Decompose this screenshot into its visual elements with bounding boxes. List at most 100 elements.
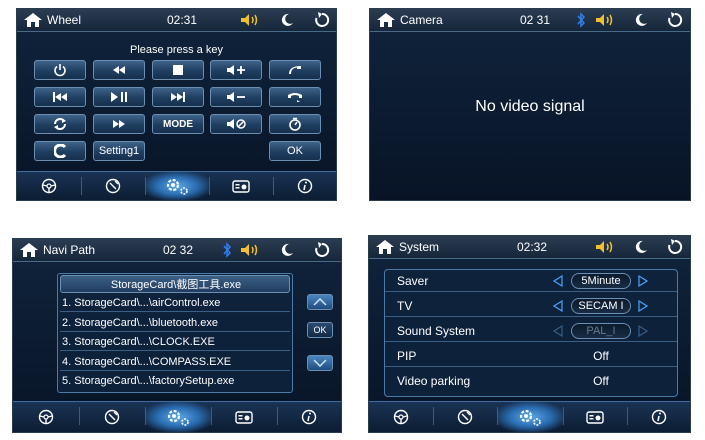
list-item[interactable]: 3. StorageCard\...\CLOCK.EXE xyxy=(60,333,290,351)
nav-info[interactable] xyxy=(277,402,341,432)
fast-forward-button[interactable] xyxy=(93,114,145,134)
nav-steering-wheel[interactable] xyxy=(369,402,433,432)
nav-compass[interactable] xyxy=(79,402,145,432)
setting-row-saver: Saver 5Minute xyxy=(385,271,677,292)
list-item[interactable]: 5. StorageCard\...\factorySetup.exe xyxy=(60,372,290,390)
loop-icon xyxy=(54,118,66,130)
setting-row-pip[interactable]: PIP Off xyxy=(385,346,677,367)
mute-button[interactable] xyxy=(210,114,262,134)
home-icon[interactable] xyxy=(375,239,395,255)
power-icon xyxy=(54,64,66,77)
volume-down-button[interactable] xyxy=(210,87,262,107)
setting-row-video-parking[interactable]: Video parking Off xyxy=(385,371,677,392)
bluetooth-icon xyxy=(223,242,232,258)
mute-icon xyxy=(227,119,246,129)
nav-settings[interactable] xyxy=(145,402,211,432)
play-pause-button[interactable] xyxy=(93,87,145,107)
volume-up-icon xyxy=(227,65,245,75)
setting-label: Video parking xyxy=(397,374,471,388)
setting1-label: Setting1 xyxy=(98,145,140,157)
setting1-button[interactable]: Setting1 xyxy=(93,141,145,161)
nav-compass[interactable] xyxy=(433,402,497,432)
list-item[interactable]: 4. StorageCard\...\COMPASS.EXE xyxy=(60,353,290,371)
setting-value: SECAM I xyxy=(571,298,631,314)
radio-icon xyxy=(232,180,250,193)
back-icon[interactable] xyxy=(313,11,331,29)
setting-label: Sound System xyxy=(397,324,476,338)
phone-answer-icon xyxy=(289,66,301,74)
camera-panel: Camera 02 31 No video signal xyxy=(369,8,691,201)
status-bar: Navi Path 02 32 xyxy=(13,239,341,262)
clear-button[interactable] xyxy=(34,141,86,161)
volume-icon[interactable] xyxy=(239,242,261,258)
screen-title: Wheel xyxy=(47,13,82,27)
right-arrow-icon[interactable] xyxy=(638,300,648,312)
nav-radio[interactable] xyxy=(209,172,273,200)
volume-icon[interactable] xyxy=(594,12,616,28)
back-icon[interactable] xyxy=(666,238,684,256)
radio-icon xyxy=(586,411,604,424)
status-bar: Wheel 02:31 xyxy=(17,9,336,32)
scroll-down-button[interactable] xyxy=(307,355,333,371)
clock: 02:32 xyxy=(517,240,548,254)
phone-answer-button[interactable] xyxy=(269,60,321,80)
nav-radio[interactable] xyxy=(211,402,277,432)
timer-button[interactable] xyxy=(269,114,321,134)
back-icon[interactable] xyxy=(313,241,331,259)
nav-info[interactable] xyxy=(273,172,336,200)
nav-steering-wheel[interactable] xyxy=(17,172,81,200)
prev-track-button[interactable] xyxy=(34,87,86,107)
moon-icon[interactable] xyxy=(633,239,649,255)
setting-label: TV xyxy=(397,299,413,313)
steering-wheel-icon xyxy=(41,178,57,194)
scroll-up-button[interactable] xyxy=(307,294,333,310)
bluetooth-icon xyxy=(577,12,586,28)
bottom-nav xyxy=(17,171,336,200)
moon-icon[interactable] xyxy=(279,242,295,258)
mode-button[interactable]: MODE xyxy=(152,114,204,134)
ok-button[interactable]: OK xyxy=(269,141,321,161)
bottom-nav xyxy=(13,401,341,432)
rewind-icon xyxy=(113,66,125,74)
clock: 02:31 xyxy=(167,13,198,27)
wheel-panel: Wheel 02:31 Please press a key MODE Sett… xyxy=(16,8,337,201)
setting-value: Off xyxy=(593,374,609,388)
phone-hangup-button[interactable] xyxy=(269,87,321,107)
nav-settings[interactable] xyxy=(497,402,563,432)
steering-wheel-icon xyxy=(38,409,54,425)
stop-button[interactable] xyxy=(152,60,204,80)
power-button[interactable] xyxy=(34,60,86,80)
moon-icon[interactable] xyxy=(279,12,295,28)
next-track-icon xyxy=(171,92,185,102)
info-icon xyxy=(297,178,313,194)
left-arrow-icon[interactable] xyxy=(553,300,563,312)
clock: 02 32 xyxy=(163,243,194,257)
nav-radio[interactable] xyxy=(563,402,627,432)
home-icon[interactable] xyxy=(23,12,43,28)
rewind-button[interactable] xyxy=(93,60,145,80)
compass-icon xyxy=(105,178,121,194)
next-track-button[interactable] xyxy=(152,87,204,107)
list-item[interactable]: 1. StorageCard\...\airControl.exe xyxy=(60,294,290,312)
nav-compass[interactable] xyxy=(81,172,145,200)
setting-value: 5Minute xyxy=(571,273,631,289)
list-header[interactable]: StorageCard\截图工具.exe xyxy=(60,275,290,293)
right-arrow-icon[interactable] xyxy=(638,275,648,287)
volume-icon[interactable] xyxy=(239,12,261,28)
nav-settings[interactable] xyxy=(145,172,209,200)
nav-info[interactable] xyxy=(627,402,690,432)
stop-icon xyxy=(173,65,183,75)
loop-button[interactable] xyxy=(34,114,86,134)
home-icon[interactable] xyxy=(376,12,396,28)
info-icon xyxy=(301,409,317,425)
nav-steering-wheel[interactable] xyxy=(13,402,79,432)
volume-up-button[interactable] xyxy=(210,60,262,80)
back-icon[interactable] xyxy=(666,11,684,29)
list-ok-button[interactable]: OK xyxy=(307,322,333,338)
volume-icon[interactable] xyxy=(594,239,616,255)
left-arrow-icon[interactable] xyxy=(553,275,563,287)
home-icon[interactable] xyxy=(19,242,39,258)
radio-icon xyxy=(235,411,253,424)
list-item[interactable]: 2. StorageCard\...\bluetooth.exe xyxy=(60,314,290,332)
moon-icon[interactable] xyxy=(633,12,649,28)
